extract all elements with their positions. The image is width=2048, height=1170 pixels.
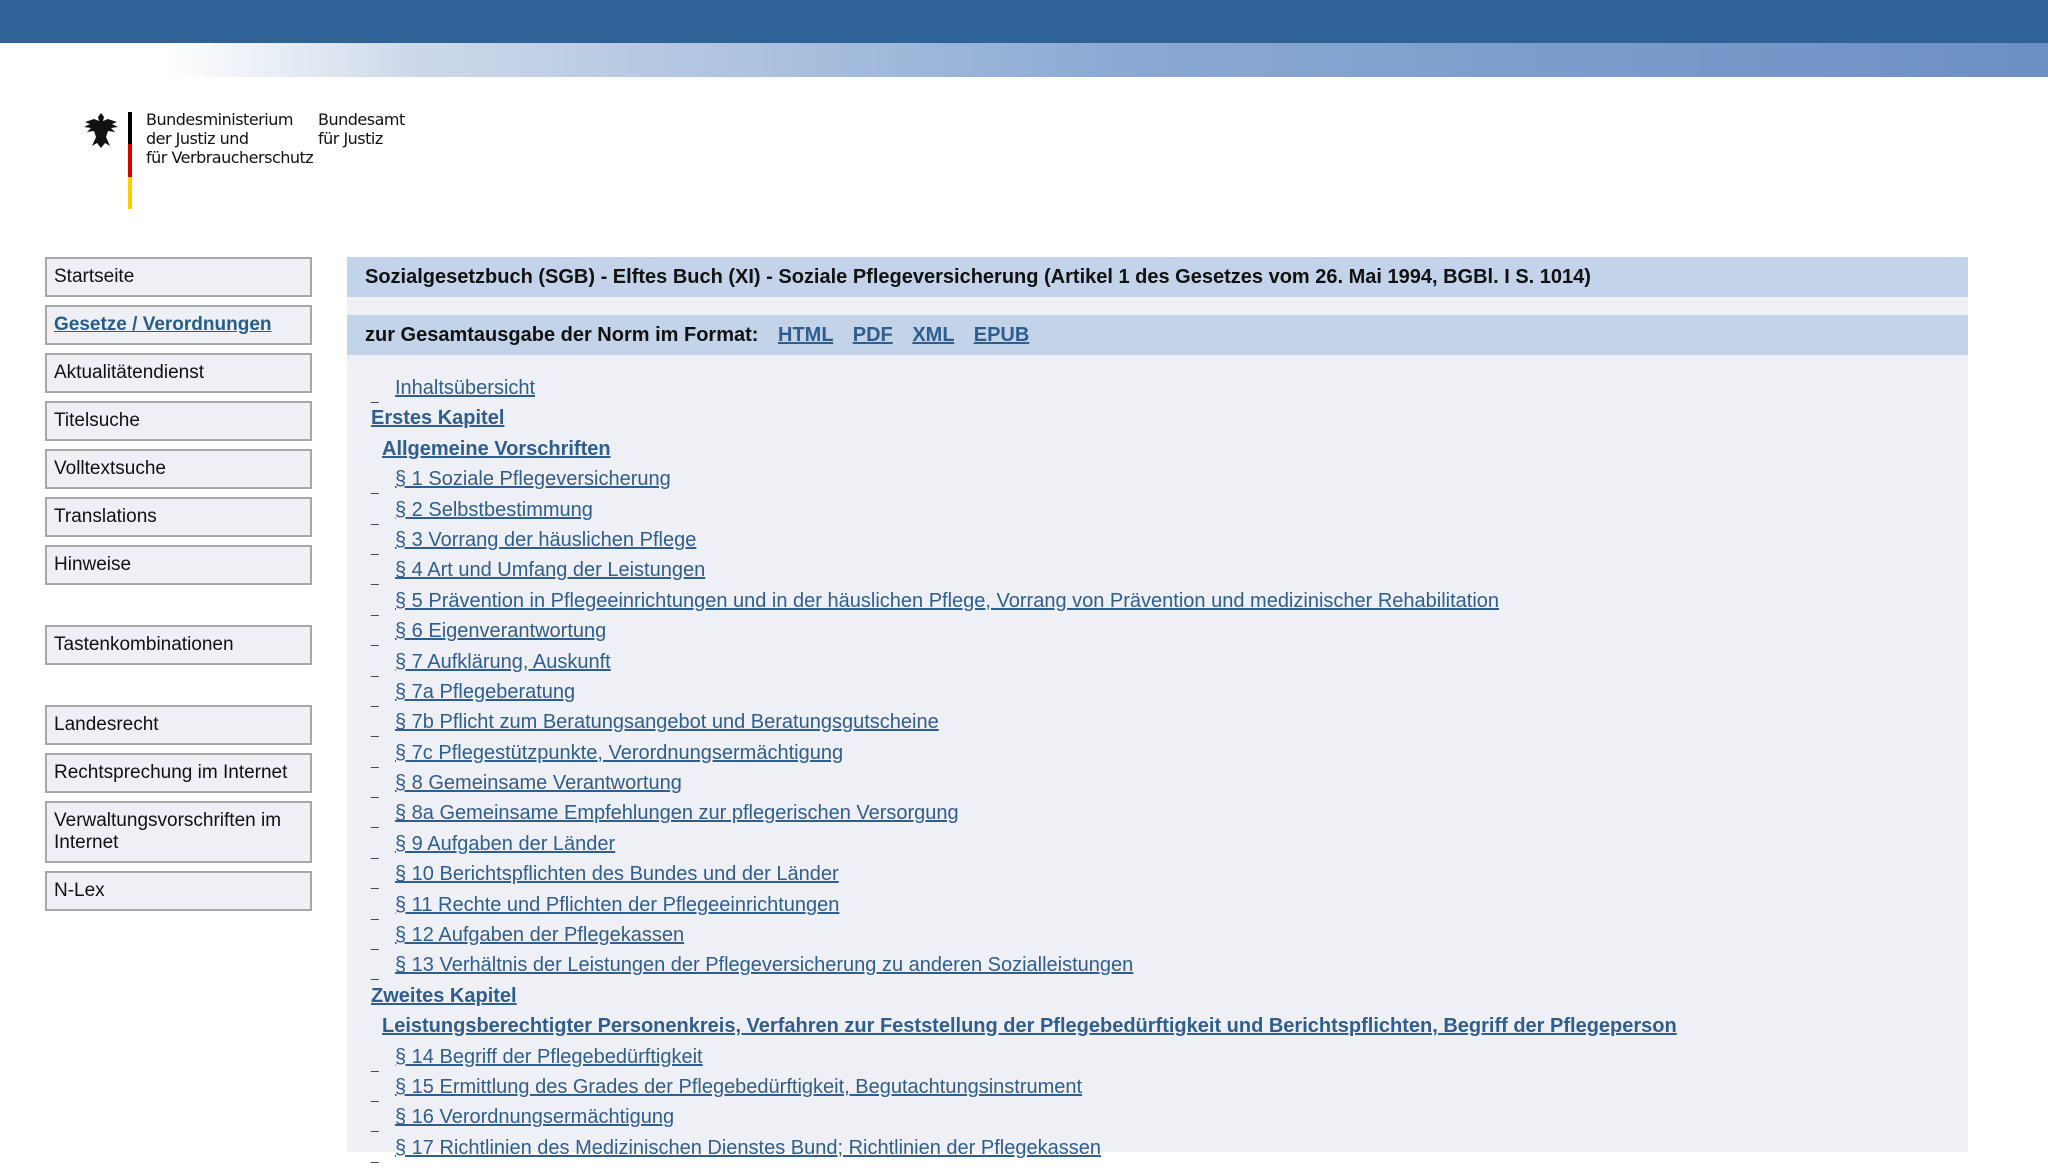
toc-bullet: _ — [371, 1146, 379, 1163]
gradient-banner — [0, 43, 2048, 77]
toc-item: _ § 7a Pflegeberatung — [371, 677, 1968, 707]
format-html-link[interactable]: HTML — [778, 324, 833, 346]
toc-item: _ § 9 Aufgaben der Länder — [371, 829, 1968, 859]
toc-item: _ § 16 Verordnungsermächtigung — [371, 1102, 1968, 1132]
toc-item-link[interactable]: § 1 Soziale Pflegeversicherung — [395, 468, 671, 490]
toc-item: _ § 8 Gemeinsame Verantwortung — [371, 768, 1968, 798]
german-flag-stripe — [128, 112, 132, 210]
format-epub-link[interactable]: EPUB — [974, 324, 1030, 346]
toc-item-link[interactable]: § 15 Ermittlung des Grades der Pflegebed… — [395, 1076, 1082, 1098]
toc-item: _ § 7b Pflicht zum Beratungsangebot und B… — [371, 707, 1968, 737]
nav-startseite[interactable]: Startseite — [45, 257, 312, 297]
ministry-logo[interactable]: Bundesministerium der Justiz und für Ver… — [80, 108, 420, 213]
office-name: Bundesamt für Justiz — [318, 110, 405, 148]
toc-item: _ § 4 Art und Umfang der Leistungen — [371, 555, 1968, 585]
nav-gesetze-verordnungen[interactable]: Gesetze / Verordnungen — [45, 305, 312, 345]
toc-item: _ § 2 Selbstbestimmung — [371, 495, 1968, 525]
table-of-contents: _ Inhaltsübersicht Erstes Kapitel Allgemein… — [347, 355, 1968, 1163]
nav-titelsuche[interactable]: Titelsuche — [45, 401, 312, 441]
nav-landesrecht[interactable]: Landesrecht — [45, 705, 312, 745]
toc-section: Leistungsberechtigter Personenkreis, Ver… — [371, 1011, 1968, 1041]
format-xml-link[interactable]: XML — [912, 324, 954, 346]
toc-item-link[interactable]: § 9 Aufgaben der Länder — [395, 833, 615, 855]
page-title: Sozialgesetzbuch (SGB) - Elftes Buch (XI… — [347, 257, 1968, 297]
toc-item: _ § 1 Soziale Pflegeversicherung — [371, 464, 1968, 494]
toc-item-link[interactable]: § 12 Aufgaben der Pflegekassen — [395, 924, 684, 946]
toc-item-link[interactable]: § 3 Vorrang der häuslichen Pflege — [395, 529, 696, 551]
toc-item-link[interactable]: § 16 Verordnungsermächtigung — [395, 1106, 674, 1128]
toc-item: _ § 6 Eigenverantwortung — [371, 616, 1968, 646]
toc-item: _ Inhaltsübersicht — [371, 373, 1968, 403]
toc-item: _ § 5 Prävention in Pflegeeinrichtungen u… — [371, 586, 1968, 616]
nav-hinweise[interactable]: Hinweise — [45, 545, 312, 585]
toc-item-link[interactable]: § 11 Rechte und Pflichten der Pflegeeinr… — [395, 894, 839, 916]
format-pdf-link[interactable]: PDF — [853, 324, 893, 346]
toc-item-link[interactable]: § 5 Prävention in Pflegeeinrichtungen un… — [395, 590, 1499, 612]
nav-aktualitaetendienst[interactable]: Aktualitätendienst — [45, 353, 312, 393]
toc-item: _ § 17 Richtlinien des Medizinischen Dien… — [371, 1133, 1968, 1163]
toc-item: _ § 10 Berichtspflichten des Bundes und d… — [371, 859, 1968, 889]
toc-item-link[interactable]: § 17 Richtlinien des Medizinischen Diens… — [395, 1137, 1101, 1159]
toc-item-link[interactable]: § 13 Verhältnis der Leistungen der Pfleg… — [395, 954, 1133, 976]
toc-chapter-link[interactable]: Erstes Kapitel — [371, 407, 504, 429]
toc-item-link[interactable]: § 8 Gemeinsame Verantwortung — [395, 772, 682, 794]
nav-volltextsuche[interactable]: Volltextsuche — [45, 449, 312, 489]
toc-section-link[interactable]: Allgemeine Vorschriften — [382, 438, 611, 460]
toc-item: _ § 7c Pflegestützpunkte, Verordnungsermä… — [371, 738, 1968, 768]
toc-item: _ § 3 Vorrang der häuslichen Pflege — [371, 525, 1968, 555]
sidebar-nav: Startseite Gesetze / Verordnungen Aktual… — [45, 257, 312, 919]
toc-chapter-link[interactable]: Zweites Kapitel — [371, 985, 517, 1007]
nav-n-lex[interactable]: N-Lex — [45, 871, 312, 911]
format-label: zur Gesamtausgabe der Norm im Format: — [365, 324, 759, 346]
toc-item: _ § 14 Begriff der Pflegebedürftigkeit — [371, 1042, 1968, 1072]
toc-item-link[interactable]: § 4 Art und Umfang der Leistungen — [395, 559, 705, 581]
toc-chapter: Erstes Kapitel — [371, 403, 1968, 433]
toc-item-link[interactable]: § 8a Gemeinsame Empfehlungen zur pfleger… — [395, 802, 959, 824]
toc-item-link[interactable]: Inhaltsübersicht — [395, 377, 535, 399]
ministry-name: Bundesministerium der Justiz und für Ver… — [146, 110, 314, 167]
toc-item-link[interactable]: § 7 Aufklärung, Auskunft — [395, 651, 611, 673]
toc-item-link[interactable]: § 6 Eigenverantwortung — [395, 620, 606, 642]
toc-item-link[interactable]: § 14 Begriff der Pflegebedürftigkeit — [395, 1046, 703, 1068]
nav-tastenkombinationen[interactable]: Tastenkombinationen — [45, 625, 312, 665]
toc-item: _ § 15 Ermittlung des Grades der Pflegebe… — [371, 1072, 1968, 1102]
toc-item-link[interactable]: § 2 Selbstbestimmung — [395, 499, 593, 521]
toc-item-link[interactable]: § 7b Pflicht zum Beratungsangebot und Be… — [395, 711, 939, 733]
nav-translations[interactable]: Translations — [45, 497, 312, 537]
toc-item: _ § 8a Gemeinsame Empfehlungen zur pflege… — [371, 798, 1968, 828]
format-bar: zur Gesamtausgabe der Norm im Format: HT… — [347, 315, 1968, 355]
main-content: Sozialgesetzbuch (SGB) - Elftes Buch (XI… — [347, 257, 1968, 1163]
nav-rechtsprechung[interactable]: Rechtsprechung im Internet — [45, 753, 312, 793]
toc-item-link[interactable]: § 7c Pflegestützpunkte, Verordnungsermäc… — [395, 742, 843, 764]
toc-item-link[interactable]: § 7a Pflegeberatung — [395, 681, 575, 703]
toc-item-link[interactable]: § 10 Berichtspflichten des Bundes und de… — [395, 863, 839, 885]
nav-verwaltungsvorschriften[interactable]: Verwaltungsvorschriften im Internet — [45, 801, 312, 863]
toc-item: _ § 13 Verhältnis der Leistungen der Pfle… — [371, 950, 1968, 980]
toc-item: _ § 12 Aufgaben der Pflegekassen — [371, 920, 1968, 950]
toc-item: _ § 7 Aufklärung, Auskunft — [371, 647, 1968, 677]
toc-chapter: Zweites Kapitel — [371, 981, 1968, 1011]
toc-section-link[interactable]: Leistungsberechtigter Personenkreis, Ver… — [382, 1015, 1677, 1037]
top-bar — [0, 0, 2048, 43]
federal-eagle-icon — [84, 113, 118, 148]
toc-section: Allgemeine Vorschriften — [371, 434, 1968, 464]
toc-item: _ § 11 Rechte und Pflichten der Pflegeein… — [371, 890, 1968, 920]
